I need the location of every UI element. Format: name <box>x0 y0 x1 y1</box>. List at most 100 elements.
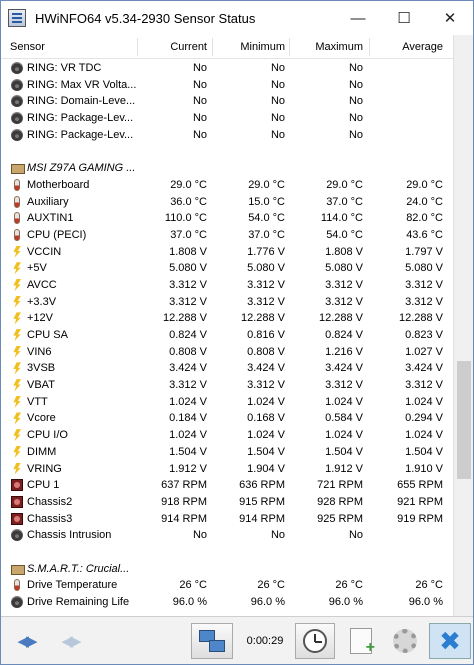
maximum-value: 3.312 V <box>325 295 363 308</box>
sensor-label: CPU SA <box>27 329 68 341</box>
close-icon: ✖ <box>439 626 461 656</box>
average-value: 29.0 °C <box>406 178 443 191</box>
clock-icon <box>303 629 327 653</box>
minimum-value: 5.080 V <box>247 262 285 275</box>
sensor-row[interactable]: RING: Max VR Volta... No No No <box>1 77 453 94</box>
sensor-row[interactable]: Drive Temperature 26 °C 26 °C 26 °C 26 °C <box>1 577 453 594</box>
sensor-label: 3VSB <box>27 362 56 375</box>
current-value: 29.0 °C <box>170 178 207 191</box>
maximum-value: 37.0 °C <box>326 195 363 208</box>
sensor-row[interactable]: Chassis Intrusion No No No <box>1 527 453 544</box>
minimum-value: 29.0 °C <box>248 178 285 191</box>
scrollbar-thumb[interactable] <box>457 361 471 479</box>
settings-button[interactable] <box>385 623 425 659</box>
sensor-row[interactable]: AVCC 3.312 V 3.312 V 3.312 V 3.312 V <box>1 277 453 294</box>
column-current[interactable]: Current <box>141 35 207 59</box>
sensor-label: RING: Package-Lev... <box>27 112 134 125</box>
sensor-row[interactable]: CPU (PECI) 37.0 °C 37.0 °C 54.0 °C 43.6 °C <box>1 227 453 244</box>
minimize-button[interactable]: — <box>335 1 381 35</box>
logging-button[interactable] <box>341 623 381 659</box>
sensor-row[interactable]: VIN6 0.808 V 0.808 V 1.216 V 1.027 V <box>1 344 453 361</box>
sensor-label: +5V <box>27 262 47 275</box>
sensor-row[interactable]: +5V 5.080 V 5.080 V 5.080 V 5.080 V <box>1 260 453 277</box>
maximum-value: No <box>348 112 363 125</box>
sensor-row[interactable]: +3.3V 3.312 V 3.312 V 3.312 V 3.312 V <box>1 294 453 311</box>
sensor-label: VTT <box>27 395 48 408</box>
sensor-row[interactable]: 3VSB 3.424 V 3.424 V 3.424 V 3.424 V <box>1 360 453 377</box>
current-value: 36.0 °C <box>170 195 207 208</box>
sensor-row[interactable]: AUXTIN1 110.0 °C 54.0 °C 114.0 °C 82.0 °C <box>1 210 453 227</box>
maximum-value: 1.024 V <box>325 429 363 442</box>
sensor-row[interactable]: Chassis3 914 RPM 914 RPM 925 RPM 919 RPM <box>1 511 453 528</box>
minimum-value: 1.776 V <box>247 245 285 258</box>
current-value: 110.0 °C <box>164 212 207 225</box>
average-value: 43.6 °C <box>406 228 443 241</box>
sensor-label: Drive Temperature <box>27 579 118 592</box>
sensor-row[interactable]: Drive Remaining Life 96.0 % 96.0 % 96.0 % 96… <box>1 594 453 611</box>
window-title: HWiNFO64 v5.34-2930 Sensor Status <box>35 10 256 26</box>
maximum-value: 925 RPM <box>317 512 363 525</box>
vertical-scrollbar[interactable] <box>453 35 473 616</box>
current-value: 26 °C <box>179 579 207 592</box>
gauge-icon <box>11 112 23 125</box>
maximum-value: 26 °C <box>335 579 363 592</box>
column-divider[interactable] <box>212 38 213 56</box>
sensor-row[interactable]: Motherboard 29.0 °C 29.0 °C 29.0 °C 29.0 °C <box>1 177 453 194</box>
sensor-label: CPU I/O <box>27 429 68 442</box>
reset-clock-button[interactable] <box>295 623 335 659</box>
current-value: 1.024 V <box>169 395 207 408</box>
sensor-label: RING: Domain-Leve... <box>27 95 136 108</box>
sensor-row[interactable]: DIMM 1.504 V 1.504 V 1.504 V 1.504 V <box>1 444 453 461</box>
minimum-value: No <box>270 78 285 91</box>
gauge-icon <box>11 529 23 542</box>
maximum-value: 96.0 % <box>328 596 363 608</box>
sensor-row[interactable]: CPU I/O 1.024 V 1.024 V 1.024 V 1.024 V <box>1 427 453 444</box>
lightning-bolt-icon <box>11 346 23 358</box>
column-minimum[interactable]: Minimum <box>215 35 285 59</box>
column-divider[interactable] <box>369 38 370 56</box>
sensor-label: Drive Remaining Life <box>27 596 130 608</box>
close-sensors-button[interactable]: ✖ <box>429 623 471 659</box>
close-window-button[interactable]: ✕ <box>427 1 473 35</box>
minimum-value: 26 °C <box>257 579 285 592</box>
maximize-button[interactable]: ☐ <box>381 1 427 35</box>
minimum-value: 37.0 °C <box>248 228 285 241</box>
sensor-row[interactable]: RING: VR TDC No No No <box>1 60 453 77</box>
column-divider[interactable] <box>289 38 290 56</box>
average-value: 1.024 V <box>405 429 443 442</box>
hwinfo-window: HWiNFO64 v5.34-2930 Sensor Status — ☐ ✕ … <box>0 0 474 665</box>
sensor-row[interactable]: Auxiliary 36.0 °C 15.0 °C 37.0 °C 24.0 °C <box>1 194 453 211</box>
sensor-row[interactable]: RING: Domain-Leve... No No No <box>1 93 453 110</box>
sensor-row[interactable]: CPU 1 637 RPM 636 RPM 721 RPM 655 RPM <box>1 477 453 494</box>
current-value: 637 RPM <box>161 479 207 492</box>
maximum-value: 1.808 V <box>325 245 363 258</box>
column-average[interactable]: Average <box>371 35 443 59</box>
column-divider[interactable] <box>137 38 138 56</box>
minimum-value: No <box>270 95 285 108</box>
network-button[interactable] <box>191 623 233 659</box>
sensor-row[interactable]: VTT 1.024 V 1.024 V 1.024 V 1.024 V <box>1 394 453 411</box>
sensor-label: +12V <box>27 312 53 325</box>
thermometer-icon <box>14 178 20 191</box>
maximum-value: 721 RPM <box>317 479 363 492</box>
sensor-label: +3.3V <box>27 295 57 308</box>
sensor-group-row[interactable]: MSI Z97A GAMING ... <box>1 160 453 177</box>
average-value: 24.0 °C <box>406 195 443 208</box>
device-group-icon <box>11 563 25 575</box>
sensor-row[interactable]: VBAT 3.312 V 3.312 V 3.312 V 3.312 V <box>1 377 453 394</box>
sensor-row[interactable]: RING: Package-Lev... No No No <box>1 110 453 127</box>
sensor-row[interactable]: RING: Package-Lev... No No No <box>1 127 453 144</box>
column-sensor[interactable]: Sensor <box>10 35 45 59</box>
sensor-label: Chassis2 <box>27 495 73 508</box>
sensor-row[interactable]: VRING 1.912 V 1.904 V 1.912 V 1.910 V <box>1 461 453 478</box>
navigate-disabled-button[interactable]: ◀▶ <box>51 623 89 659</box>
sensor-row[interactable]: Vcore 0.184 V 0.168 V 0.584 V 0.294 V <box>1 410 453 427</box>
sensor-row[interactable]: +12V 12.288 V 12.288 V 12.288 V 12.288 V <box>1 310 453 327</box>
sensor-row[interactable]: Chassis2 918 RPM 915 RPM 928 RPM 921 RPM <box>1 494 453 511</box>
column-maximum[interactable]: Maximum <box>291 35 363 59</box>
gauge-icon <box>11 78 23 91</box>
navigate-left-right-button[interactable]: ◀▶ <box>7 623 45 659</box>
sensor-group-row[interactable]: S.M.A.R.T.: Crucial... <box>1 561 453 578</box>
sensor-row[interactable]: VCCIN 1.808 V 1.776 V 1.808 V 1.797 V <box>1 244 453 261</box>
sensor-row[interactable]: CPU SA 0.824 V 0.816 V 0.824 V 0.823 V <box>1 327 453 344</box>
